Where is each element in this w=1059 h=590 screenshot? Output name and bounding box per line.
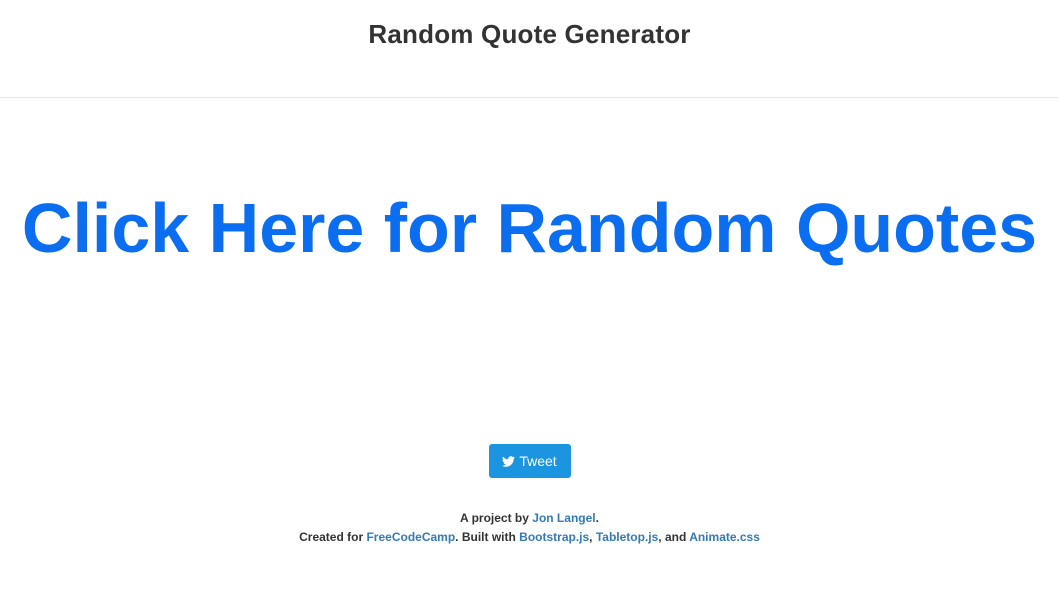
tweet-button[interactable]: Tweet — [488, 444, 571, 478]
footer: A project by Jon Langel. Created for Fre… — [0, 509, 1059, 547]
footer-text: A project by — [460, 511, 533, 525]
author-link[interactable]: Jon Langel — [532, 511, 595, 525]
bootstrap-link[interactable]: Bootstrap.js — [519, 530, 589, 544]
random-quote-link[interactable]: Click Here for Random Quotes — [0, 184, 1059, 272]
header-bar: Random Quote Generator — [0, 0, 1059, 98]
footer-line-1: A project by Jon Langel. — [0, 509, 1059, 528]
twitter-bird-icon — [502, 455, 516, 468]
footer-text: , and — [658, 530, 690, 544]
animate-link[interactable]: Animate.css — [689, 530, 760, 544]
footer-text: . — [595, 511, 599, 525]
freecodecamp-link[interactable]: FreeCodeCamp — [366, 530, 455, 544]
tweet-label: Tweet — [519, 453, 557, 469]
page: Random Quote Generator Click Here for Ra… — [0, 0, 1059, 590]
footer-text: . Built with — [455, 530, 520, 544]
page-title: Random Quote Generator — [368, 19, 691, 49]
tweet-container: Tweet — [0, 444, 1059, 478]
footer-line-2: Created for FreeCodeCamp. Built with Boo… — [0, 528, 1059, 547]
tabletop-link[interactable]: Tabletop.js — [596, 530, 658, 544]
footer-text: , — [589, 530, 596, 544]
footer-text: Created for — [299, 530, 367, 544]
